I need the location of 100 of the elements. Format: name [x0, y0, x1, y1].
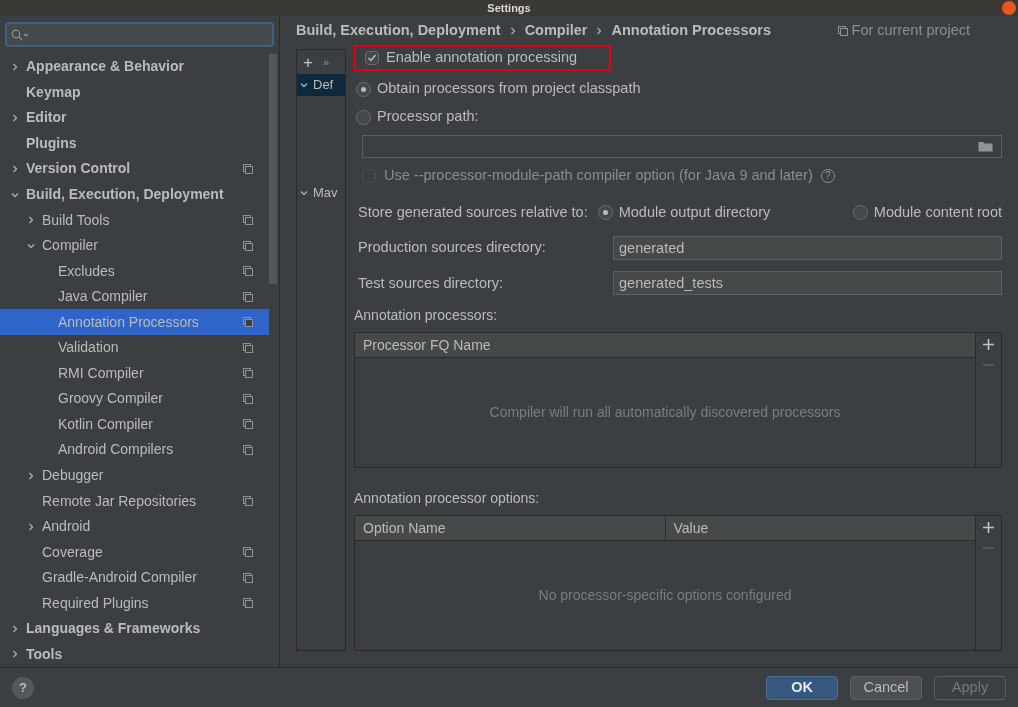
copy-icon	[243, 240, 253, 251]
copy-icon	[243, 393, 253, 404]
chevron-right-icon[interactable]	[10, 61, 20, 72]
add-button[interactable]: +	[303, 53, 313, 71]
sidebar-item[interactable]: Groovy Compiler	[0, 386, 269, 412]
chevron-down-icon[interactable]	[299, 80, 309, 90]
chevron-right-icon[interactable]	[10, 649, 20, 660]
chevron-right-icon[interactable]	[10, 163, 20, 174]
profile-item[interactable]: Mav	[297, 182, 345, 204]
checkbox[interactable]	[365, 51, 379, 66]
radio-button[interactable]	[852, 205, 868, 221]
chevron-right-icon[interactable]	[26, 470, 36, 481]
chevron-right-icon[interactable]	[26, 521, 36, 532]
close-button[interactable]	[1002, 1, 1016, 15]
search-icon	[11, 28, 29, 41]
sidebar-item-label: Compiler	[42, 236, 99, 256]
sidebar-item-label: Remote Jar Repositories	[42, 491, 198, 511]
sidebar-item[interactable]: Version Control	[0, 156, 269, 182]
sidebar-item[interactable]: Required Plugins	[0, 590, 269, 617]
copy-icon	[243, 572, 253, 583]
sidebar-item[interactable]: Plugins	[0, 130, 269, 157]
sidebar-item-label: Required Plugins	[42, 593, 150, 613]
sidebar-item[interactable]: Remote Jar Repositories	[0, 488, 269, 514]
help-button[interactable]: ?	[12, 676, 34, 699]
profile-item[interactable]: Def	[297, 74, 345, 96]
sidebar-item-label: Annotation Processors	[58, 312, 200, 332]
column-header[interactable]: Processor FQ Name	[355, 333, 975, 358]
checkbox-label: Use --processor-module-path compiler option (for Java 9 and later)	[384, 165, 813, 185]
empty-table-text: Compiler will run all automatically discovered processors	[489, 403, 841, 423]
table-title: Annotation processor options:	[354, 489, 541, 508]
radio-button[interactable]	[356, 109, 371, 125]
sidebar-item[interactable]: Build, Execution, Deployment	[0, 181, 269, 208]
copy-icon	[243, 215, 253, 226]
sidebar-item[interactable]: Editor	[0, 105, 269, 131]
copy-icon	[243, 496, 253, 507]
sidebar-item-label: Appearance & Behavior	[26, 57, 185, 77]
sidebar-item-label: Build Tools	[42, 210, 111, 230]
sidebar-item[interactable]: Debugger	[0, 462, 269, 489]
sidebar-item[interactable]: Android Compilers	[0, 437, 269, 463]
chevron-right-icon[interactable]	[26, 215, 36, 226]
breadcrumb-item[interactable]: Compiler	[524, 20, 588, 42]
sidebar-item-label: Build, Execution, Deployment	[26, 185, 225, 204]
radio-label: Module output directory	[618, 202, 771, 222]
copy-icon	[243, 547, 253, 558]
sidebar-item[interactable]: Gradle-Android Compiler	[0, 564, 269, 591]
radio-button[interactable]	[597, 205, 613, 221]
sidebar-item-label: Plugins	[26, 133, 78, 153]
copy-icon	[243, 342, 253, 353]
sidebar-item[interactable]: Excludes	[0, 258, 269, 284]
search-field[interactable]	[5, 22, 274, 47]
radio-button[interactable]	[356, 81, 371, 97]
sidebar-item[interactable]: Languages & Frameworks	[0, 616, 269, 642]
more-button[interactable]: »	[322, 56, 330, 68]
sidebar-item[interactable]: Appearance & Behavior	[0, 54, 269, 80]
sidebar-item-label: Kotlin Compiler	[58, 414, 154, 434]
sidebar-item-label: Android Compilers	[58, 440, 175, 460]
copy-icon	[837, 26, 848, 36]
sidebar-item-label: RMI Compiler	[58, 363, 145, 383]
breadcrumb-item[interactable]: Build, Execution, Deployment	[296, 20, 501, 42]
window-title: Settings	[487, 2, 531, 14]
copy-icon	[243, 444, 253, 455]
sidebar-item[interactable]: Annotation Processors	[0, 309, 269, 335]
directory-field[interactable]: generated_tests	[613, 271, 1002, 296]
sidebar-item-label: Android	[42, 517, 92, 537]
copy-icon	[243, 317, 253, 328]
field-label: Production sources directory:	[358, 237, 547, 257]
radio-label: Module content root	[873, 202, 1002, 222]
sidebar-item-label: Gradle-Android Compiler	[42, 568, 198, 588]
chevron-down-icon[interactable]	[299, 188, 309, 198]
chevron-right-icon[interactable]	[10, 112, 20, 123]
sidebar-item[interactable]: Java Compiler	[0, 283, 269, 310]
processor-path-field[interactable]	[362, 135, 1002, 158]
sidebar-item[interactable]: Kotlin Compiler	[0, 411, 269, 438]
sidebar-item[interactable]: Tools	[0, 641, 269, 667]
sidebar-item[interactable]: Android	[0, 513, 269, 540]
table-title: Annotation processors:	[354, 306, 499, 326]
directory-field[interactable]: generated	[613, 235, 1002, 260]
sidebar-item[interactable]: RMI Compiler	[0, 360, 269, 387]
add-icon[interactable]	[983, 339, 994, 351]
sidebar-item-label: Groovy Compiler	[58, 389, 165, 409]
empty-table-text: No processor-specific options configured	[538, 586, 792, 605]
sidebar-item[interactable]: Build Tools	[0, 207, 269, 233]
column-header[interactable]: Value	[664, 516, 975, 540]
sidebar-item[interactable]: Compiler	[0, 232, 269, 259]
breadcrumb-item[interactable]: Annotation Processors	[611, 20, 771, 42]
chevron-right-icon[interactable]	[10, 623, 20, 634]
chevron-right-icon	[508, 26, 517, 36]
sidebar-item-label: Debugger	[42, 466, 105, 485]
radio-label: Obtain processors from project classpath	[377, 79, 641, 99]
sidebar-item[interactable]: Validation	[0, 335, 269, 361]
add-icon[interactable]	[983, 522, 994, 533]
sidebar-item[interactable]: Keymap	[0, 79, 269, 106]
folder-icon[interactable]	[978, 140, 993, 152]
sidebar-item[interactable]: Coverage	[0, 539, 269, 565]
scope-note: For current project	[851, 21, 970, 41]
copy-icon	[243, 598, 253, 609]
dialog-button[interactable]: Cancel	[850, 675, 922, 700]
dialog-button[interactable]: OK	[766, 675, 838, 700]
profile-label: Mav	[313, 184, 338, 203]
column-header[interactable]: Option Name	[355, 516, 665, 540]
